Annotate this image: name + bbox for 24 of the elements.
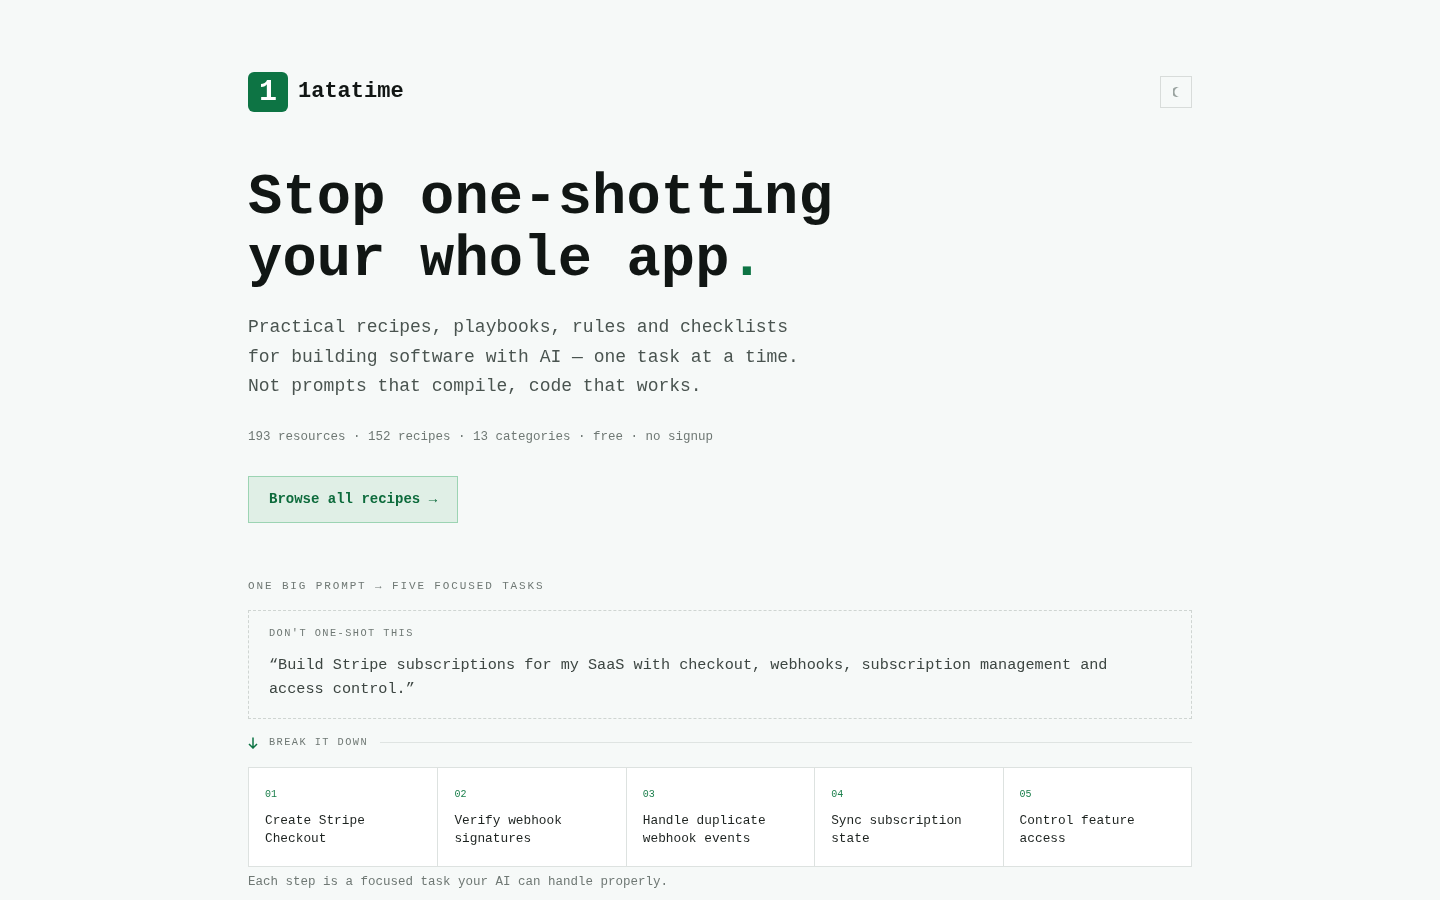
step-number: 05 [1019,787,1033,802]
step-title: Handle duplicate webhook events [642,811,767,848]
step-number: 02 [454,787,468,802]
step-title: Create Stripe Checkout [265,811,366,848]
step-number: 04 [831,787,845,802]
step-title: Control feature access [1019,811,1136,848]
footnote: Each step is a focused task your AI can handle properly. [248,874,670,890]
stats-line: 193 resources · 152 recipes · 13 categories · free · no signup [248,428,715,446]
step-number: 01 [265,787,278,802]
arrow-down-icon [248,736,258,749]
browse-recipes-button[interactable]: Browse all recipes → [248,475,459,523]
step-title: Verify webhook signatures [454,811,563,848]
prompt-quote: “Build Stripe subscriptions for my SaaS with checkout, webhooks, subscription management and access control.” [269,654,1109,700]
section-label: ONE BIG PROMPT → FIVE FOCUSED TASKS [248,578,546,594]
step-title: Sync subscription state [831,811,963,848]
breakdown-label: BREAK IT DOWN [269,735,369,750]
page-heading: Stop one-shotting your whole app. [248,167,834,291]
brand-name[interactable]: 1atatime [298,81,404,103]
prompt-card-label: DON'T ONE-SHOT THIS [269,625,415,641]
logo-mark: 1 [248,72,288,112]
theme-toggle-button[interactable] [1160,76,1192,108]
moon-icon [1172,87,1180,97]
hero-description: Practical recipes, playbooks, rules and checklists for building software with AI — one task at a time. Not prompts that compile, code that works. [248,316,800,398]
step-number: 03 [642,787,656,802]
